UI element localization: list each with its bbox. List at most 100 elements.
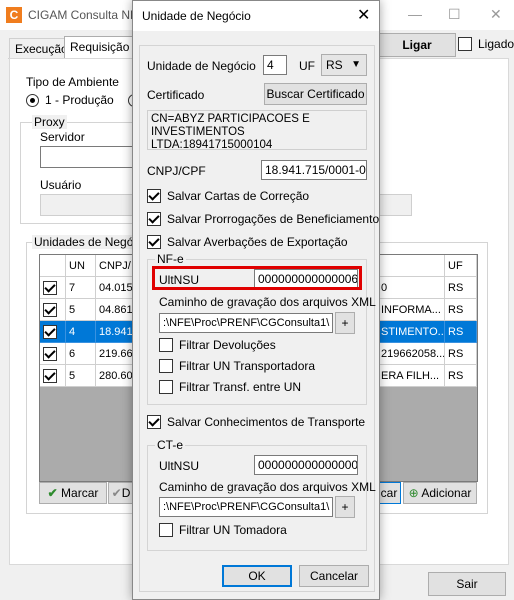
row-checkbox[interactable] (40, 277, 66, 299)
grid-header-check (40, 255, 66, 277)
salvar-cartas-checkbox[interactable]: Salvar Cartas de Correção (147, 189, 309, 203)
cte-caminho-label: Caminho de gravação dos arquivos XML (159, 480, 376, 494)
nfe-caminho-input[interactable]: :\NFE\Proc\PRENF\CGConsulta1\ (159, 313, 333, 333)
cte-caminho-plus-button[interactable]: + (335, 496, 355, 518)
uf-select-value: RS (326, 58, 343, 72)
row-uf: RS (445, 299, 477, 321)
filtrar-un-transportadora-checkbox[interactable]: Filtrar UN Transportadora (159, 359, 315, 373)
row-uf: RS (445, 365, 477, 387)
cte-group-label: CT-e (155, 438, 186, 452)
buscar-certificado-button[interactable]: Buscar Certificado (264, 83, 367, 105)
salvar-cartas-label: Salvar Cartas de Correção (167, 189, 310, 203)
salvar-conhecimentos-checkbox[interactable]: Salvar Conhecimentos de Transporte (147, 415, 365, 429)
unidade-dialog: Unidade de Negócio ✕ Unidade de Negócio … (132, 0, 380, 600)
usuario-input-right (378, 194, 412, 216)
filtrar-transf-checkbox[interactable]: Filtrar Transf. entre UN (159, 380, 301, 394)
ligado-checkbox-box[interactable] (458, 37, 472, 51)
servidor-input[interactable] (40, 146, 137, 168)
usuario-input[interactable] (40, 194, 137, 216)
close-main-icon[interactable]: ✕ (490, 6, 502, 23)
ligar-button[interactable]: Ligar (378, 33, 456, 57)
certificado-label: Certificado (147, 88, 205, 102)
tab-requisicao[interactable]: Requisição (64, 36, 136, 59)
nfe-group-label: NF-e (155, 252, 186, 266)
ok-button[interactable]: OK (222, 565, 292, 587)
add-icon: ⊕ (408, 486, 419, 500)
desmarcar-button[interactable]: ✔D (108, 482, 133, 504)
filtrar-un-transportadora-label: Filtrar UN Transportadora (179, 359, 316, 373)
row-un: 6 (66, 343, 96, 365)
check-icon: ✔ (47, 486, 58, 500)
filtrar-devolucoes-label: Filtrar Devoluções (179, 338, 276, 352)
grid-header-un[interactable]: UN (66, 255, 96, 277)
radio-producao[interactable] (26, 93, 39, 107)
marcar-label: Marcar (61, 486, 99, 500)
filtrar-un-tomadora-label: Filtrar UN Tomadora (179, 523, 287, 537)
filtrar-un-tomadora-checkbox[interactable]: Filtrar UN Tomadora (159, 523, 287, 537)
grid-header-razao (378, 255, 445, 277)
salvar-cartas-box[interactable] (147, 189, 161, 203)
marcar-button[interactable]: ✔ Marcar (39, 482, 107, 504)
ultnsu-highlight-box (152, 266, 362, 290)
app-logo-icon: C (6, 7, 22, 23)
certificado-text-line1: CN=ABYZ PARTICIPACOES E (151, 113, 310, 125)
row-razao: 0 (378, 277, 445, 299)
row-check-box[interactable] (43, 281, 57, 295)
salvar-averbacoes-box[interactable] (147, 235, 161, 249)
row-checkbox[interactable] (40, 365, 66, 387)
chevron-down-icon: ▼ (351, 59, 361, 70)
radio-producao-label: 1 - Produção (45, 93, 114, 107)
row-check-box[interactable] (43, 347, 57, 361)
unidade-input[interactable]: 4 (263, 55, 287, 75)
row-check-box[interactable] (43, 325, 57, 339)
row-uf: RS (445, 277, 477, 299)
uf-select[interactable]: RS ▼ (321, 54, 367, 76)
filtrar-transf-box[interactable] (159, 380, 173, 394)
row-un: 5 (66, 365, 96, 387)
servidor-label: Servidor (40, 130, 85, 144)
filtrar-un-tomadora-box[interactable] (159, 523, 173, 537)
cnpj-label: CNPJ/CPF (147, 164, 206, 178)
salvar-prorrogacoes-label: Salvar Prorrogações de Beneficiamento (167, 212, 380, 226)
maximize-icon[interactable]: ☐ (448, 6, 461, 23)
nfe-caminho-plus-button[interactable]: + (335, 312, 355, 334)
salvar-conhecimentos-box[interactable] (147, 415, 161, 429)
row-check-box[interactable] (43, 303, 57, 317)
sair-button[interactable]: Sair (428, 572, 506, 596)
row-un: 4 (66, 321, 96, 343)
filtrar-un-transportadora-box[interactable] (159, 359, 173, 373)
filtrar-devolucoes-box[interactable] (159, 338, 173, 352)
salvar-prorrogacoes-checkbox[interactable]: Salvar Prorrogações de Beneficiamento (147, 212, 379, 226)
dialog-close-icon[interactable]: ✕ (357, 5, 370, 25)
ligado-checkbox[interactable]: Ligado (458, 37, 514, 51)
salvar-averbacoes-checkbox[interactable]: Salvar Averbações de Exportação (147, 235, 348, 249)
certificado-text: CN=ABYZ PARTICIPACOES E INVESTIMENTOS LT… (147, 110, 367, 151)
cte-ultnsu-input[interactable]: 000000000000000 (254, 455, 358, 475)
adicionar-button[interactable]: ⊕ Adicionar (403, 482, 477, 504)
row-checkbox[interactable] (40, 299, 66, 321)
row-checkbox[interactable] (40, 321, 66, 343)
row-checkbox[interactable] (40, 343, 66, 365)
cte-caminho-input[interactable]: :\NFE\Proc\PRENF\CGConsulta1\ (159, 497, 333, 517)
uf-label: UF (299, 59, 315, 73)
usuario-label: Usuário (40, 178, 82, 192)
salvar-prorrogacoes-box[interactable] (147, 212, 161, 226)
ambiente-producao-radio[interactable]: 1 - Produção (26, 93, 141, 107)
filtrar-transf-label: Filtrar Transf. entre UN (179, 380, 302, 394)
row-razao: STIMENTO... (378, 321, 445, 343)
cancelar-grid-button[interactable]: car (378, 482, 401, 504)
unidade-label: Unidade de Negócio (147, 59, 256, 73)
certificado-text-line2: INVESTIMENTOS LTDA:18941715000104 (151, 126, 273, 151)
row-check-box[interactable] (43, 369, 57, 383)
nfe-caminho-label: Caminho de gravação dos arquivos XML (159, 295, 376, 309)
cnpj-input[interactable]: 18.941.715/0001-04 (261, 160, 367, 180)
salvar-averbacoes-label: Salvar Averbações de Exportação (167, 235, 348, 249)
dialog-title: Unidade de Negócio (142, 9, 251, 23)
filtrar-devolucoes-checkbox[interactable]: Filtrar Devoluções (159, 338, 276, 352)
cte-ultnsu-label: UltNSU (159, 459, 200, 473)
grid-header-uf[interactable]: UF (445, 255, 477, 277)
proxy-label: Proxy (32, 115, 67, 129)
cancelar-button[interactable]: Cancelar (299, 565, 369, 587)
ligado-label: Ligado (478, 37, 514, 51)
minimize-icon[interactable]: — (408, 6, 422, 22)
